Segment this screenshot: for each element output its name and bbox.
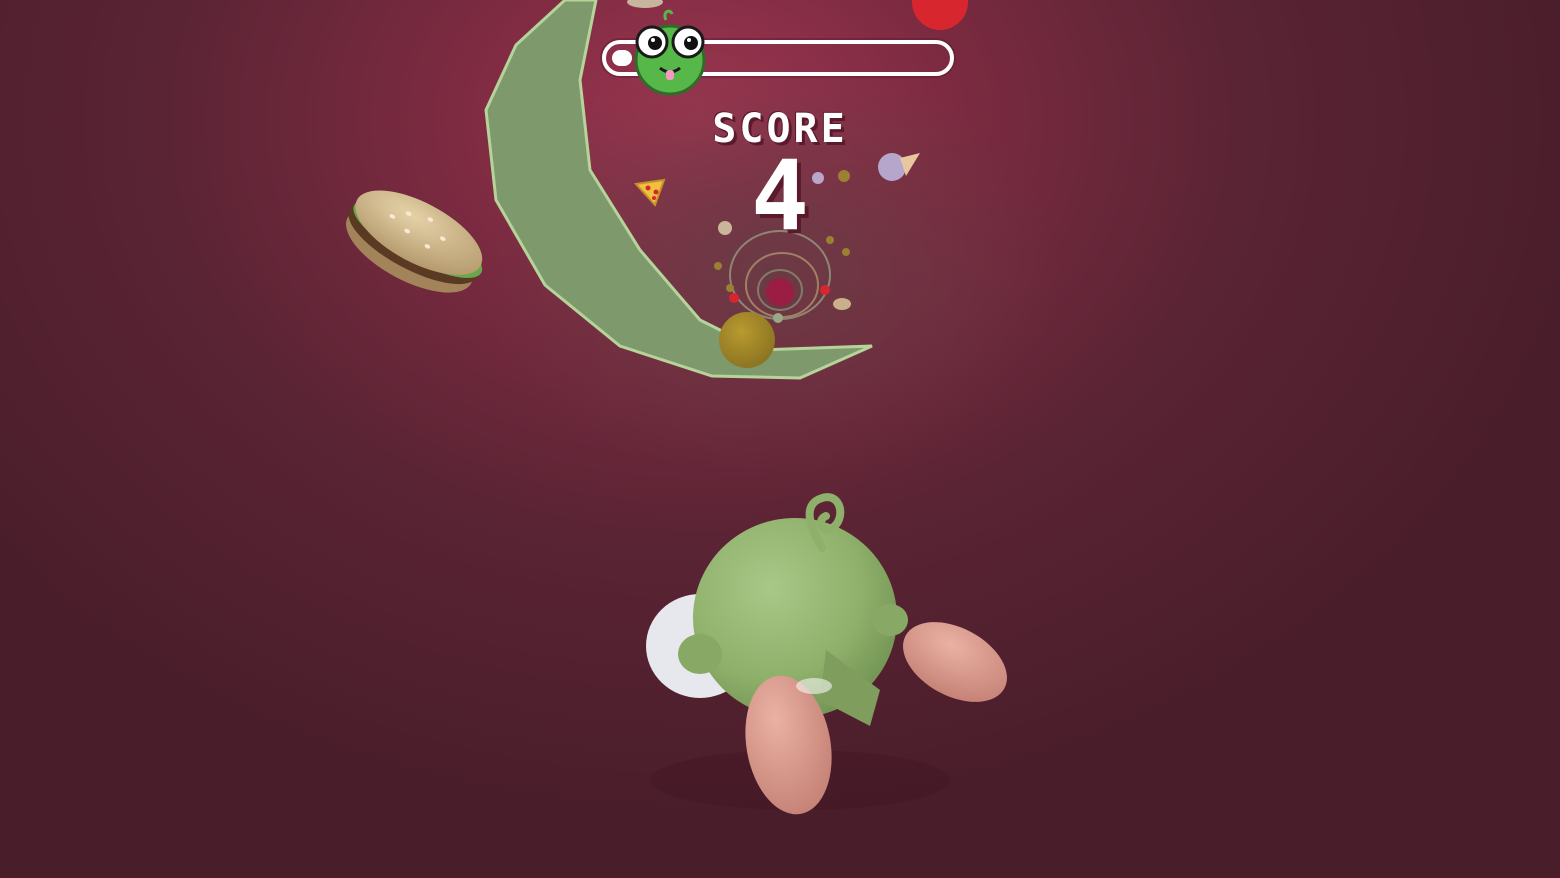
burger-icon [346,190,483,293]
tomato-icon [912,0,968,30]
gold-coin-icon [726,284,734,292]
gold-coin-icon [719,312,775,368]
donut-icon [812,172,824,184]
gold-coin-icon [714,262,722,270]
pizza-slice-icon [633,178,666,207]
frog-player [646,493,1007,815]
gold-coin-icon [826,236,834,244]
gold-coin-icon [842,248,850,256]
tomato-icon [820,285,830,295]
frog-arm-left [678,634,722,674]
tunnel-vortex [729,230,831,320]
frog-foot-right [903,622,1007,702]
game-viewport[interactable]: SCORE 4 [0,0,1560,878]
tomato-icon [729,293,739,303]
frog-arm-right [872,604,908,636]
game-world [346,0,1007,815]
burger-icon [833,298,851,310]
cookie-icon [718,221,732,235]
gold-coin-icon [838,170,850,182]
cookie-icon [627,0,663,8]
ice-cream-icon [878,153,920,181]
track-ribbon [484,0,873,380]
